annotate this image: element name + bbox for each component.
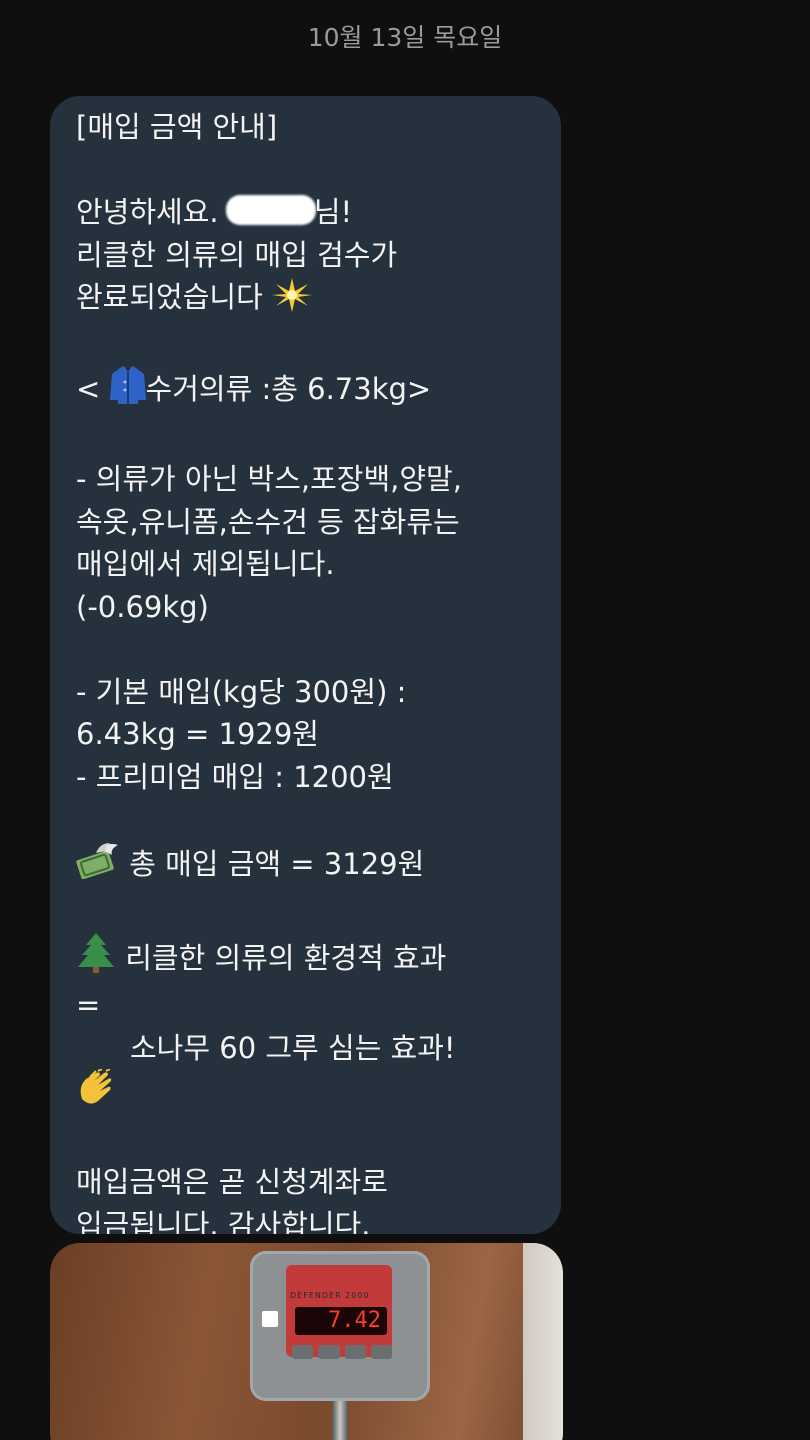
date-header: 10월 13일 목요일 [307, 23, 503, 52]
redacted-name [225, 195, 316, 225]
scale-logo-icon [262, 1311, 278, 1327]
review-line-2-text: 완료되었습니다 [76, 280, 272, 314]
scale-photo[interactable]: DEFENDER 2000 7.42 [50, 1243, 563, 1440]
collected-text: 수거의류 :총 6.73kg> [145, 372, 432, 406]
eco-line-2: = [76, 988, 101, 1022]
review-line-1: 리클한 의류의 매입 검수가 [76, 237, 398, 272]
weighing-scale: DEFENDER 2000 7.42 [250, 1251, 430, 1401]
excluded-line-3: 매입에서 제외됩니다. [76, 547, 335, 581]
chat-screen: 10월 13일 목요일 [매입 금액 안내] 안녕하세요. 님! 리클한 의류의… [0, 0, 810, 1440]
excluded-line-4: (-0.69kg) [76, 589, 209, 624]
message-title: [매입 금액 안내] [76, 110, 278, 144]
scale-display: 7.42 [295, 1307, 387, 1335]
clap-line [76, 1068, 537, 1119]
review-line-2: 완료되었습니다 [76, 276, 537, 324]
message-bubble[interactable]: [매입 금액 안내] 안녕하세요. 님! 리클한 의류의 매입 검수가 완료되었… [50, 96, 561, 1234]
scale-button [370, 1345, 392, 1359]
evergreen-tree-icon [76, 932, 116, 985]
excluded-line-1: - 의류가 아닌 박스,포장백,양말, [76, 462, 462, 496]
total-text: 총 매입 금액 = 3129원 [120, 846, 425, 881]
collected-line: < 수거의류 :총 6.73kg> [76, 366, 537, 416]
premium-line: - 프리미엄 매입 : 1200원 [76, 759, 394, 794]
photo-wall [523, 1243, 563, 1440]
scale-brand: DEFENDER 2000 [290, 1291, 370, 1300]
scale-buttons [292, 1345, 392, 1359]
eco-line-1: 리클한 의류의 환경적 효과 [76, 932, 537, 985]
scale-button [292, 1345, 314, 1359]
collected-prefix: < [76, 372, 110, 406]
deposit-line-2: 입금됩니다. 감사합니다. [76, 1207, 371, 1235]
sparkle-icon [271, 278, 312, 324]
excluded-line-2: 속옷,유니폼,손수건 등 잡화류는 [76, 504, 460, 539]
jacket-icon [109, 366, 146, 416]
scale-stem [332, 1401, 348, 1440]
basic-line-1: - 기본 매입(kg당 300원) : [76, 674, 407, 709]
clapping-hands-icon [76, 1068, 118, 1119]
total-line: 총 매입 금액 = 3129원 [76, 841, 537, 891]
greeting-suffix: 님! [313, 195, 353, 229]
scale-button [344, 1345, 366, 1359]
scale-button [318, 1345, 340, 1359]
basic-line-2: 6.43kg = 1929원 [76, 717, 319, 751]
eco-line-3: 소나무 60 그루 심는 효과! [130, 1030, 456, 1065]
eco-text-1: 리클한 의류의 환경적 효과 [116, 940, 447, 975]
greeting-line: 안녕하세요. 님! [76, 191, 537, 234]
money-with-wings-icon [76, 841, 120, 891]
deposit-line-1: 매입금액은 곧 신청계좌로 [76, 1165, 388, 1199]
greeting-prefix: 안녕하세요. [76, 195, 228, 229]
